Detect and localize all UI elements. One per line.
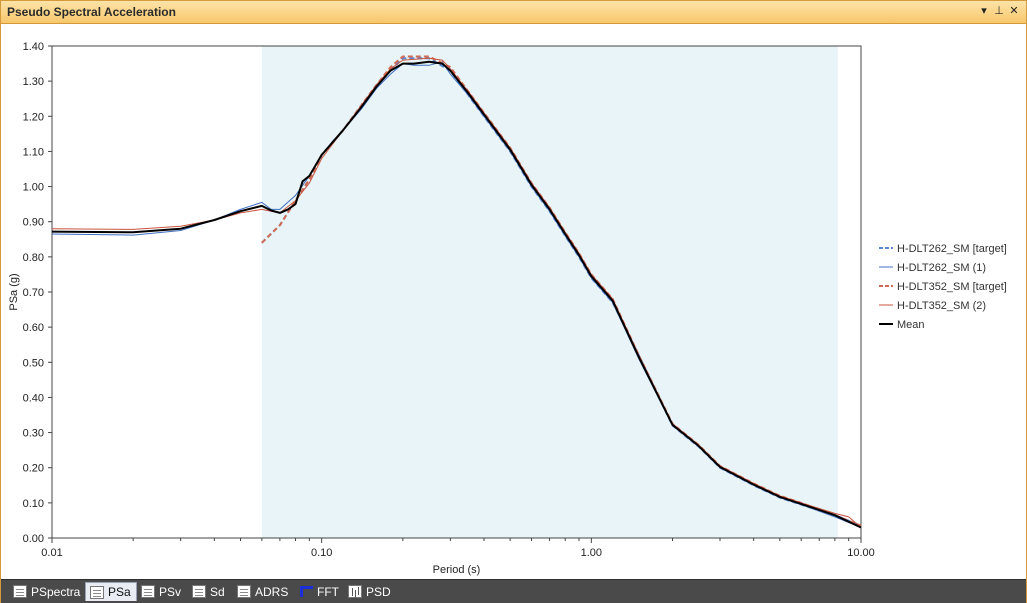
legend-entry: H-DLT352_SM [target] [897, 281, 1007, 293]
y-tick-label: 1.20 [23, 111, 44, 123]
legend-entry: H-DLT352_SM (2) [897, 300, 986, 312]
tab-label: Sd [210, 584, 225, 599]
pspectra-icon [13, 585, 27, 598]
y-tick-label: 0.30 [23, 428, 44, 440]
tab-label: PSD [366, 584, 391, 599]
legend-entry: Mean [897, 319, 925, 331]
title-bar: Pseudo Spectral Acceleration ▾ ⊥ ✕ [1, 1, 1026, 24]
y-tick-label: 1.10 [23, 146, 44, 158]
tab-psa[interactable]: PSa [85, 582, 137, 601]
y-tick-label: 1.00 [23, 182, 44, 194]
psa-chart: 0.00 0.10 0.20 0.30 0.40 0.50 0.60 0.70 0.80 0.90… [8, 41, 1007, 576]
y-tick-label: 1.40 [23, 41, 44, 53]
close-icon[interactable]: ✕ [1007, 4, 1021, 19]
tab-label: PSv [159, 584, 182, 599]
tab-bar: PSpectra PSa PSv Sd ADRS FFT PSD [1, 579, 1026, 603]
x-tick-label: 10.00 [847, 547, 875, 559]
tab-psv[interactable]: PSv [137, 582, 186, 601]
tab-label: PSpectra [31, 584, 81, 599]
y-tick-label: 0.90 [23, 217, 44, 229]
pin-icon[interactable]: ⊥ [992, 4, 1006, 19]
fft-icon [299, 585, 313, 598]
adrs-icon [237, 585, 251, 598]
tab-psd[interactable]: PSD [344, 582, 396, 601]
chart-area: 0.00 0.10 0.20 0.30 0.40 0.50 0.60 0.70 0.80 0.90… [1, 24, 1026, 577]
legend-entry: H-DLT262_SM [target] [897, 243, 1007, 255]
sd-icon [192, 585, 206, 598]
y-tick-label: 0.10 [23, 498, 44, 510]
tab-fft[interactable]: FFT [295, 582, 344, 601]
psd-icon [348, 585, 362, 598]
y-tick-label: 0.20 [23, 463, 44, 475]
y-tick-label: 0.00 [23, 533, 44, 545]
window-title: Pseudo Spectral Acceleration [7, 5, 176, 19]
x-tick-label: 0.10 [311, 547, 332, 559]
psv-icon [141, 585, 155, 598]
spectra-window: Pseudo Spectral Acceleration ▾ ⊥ ✕ 0.00 0… [0, 0, 1027, 603]
psa-icon [90, 585, 104, 599]
tab-label: ADRS [255, 584, 289, 599]
tab-label: FFT [317, 584, 339, 599]
x-axis-label: Period (s) [433, 564, 481, 576]
y-tick-label: 0.40 [23, 392, 44, 404]
x-tick-label: 0.01 [41, 547, 62, 559]
y-tick-label: 0.60 [23, 322, 44, 334]
y-tick-label: 0.80 [23, 252, 44, 264]
y-axis-label: PSa (g) [8, 273, 20, 310]
y-tick-label: 0.50 [23, 357, 44, 369]
y-tick-label: 1.30 [23, 76, 44, 88]
tab-pspectra[interactable]: PSpectra [9, 582, 85, 601]
y-tick-label: 0.70 [23, 287, 44, 299]
period-range-shading [261, 46, 838, 538]
tab-adrs[interactable]: ADRS [233, 582, 293, 601]
x-tick-label: 1.00 [581, 547, 602, 559]
dropdown-arrow-icon[interactable]: ▾ [977, 4, 991, 19]
tab-sd[interactable]: Sd [188, 582, 230, 601]
legend-entry: H-DLT262_SM (1) [897, 262, 986, 274]
tab-label: PSa [108, 585, 131, 599]
